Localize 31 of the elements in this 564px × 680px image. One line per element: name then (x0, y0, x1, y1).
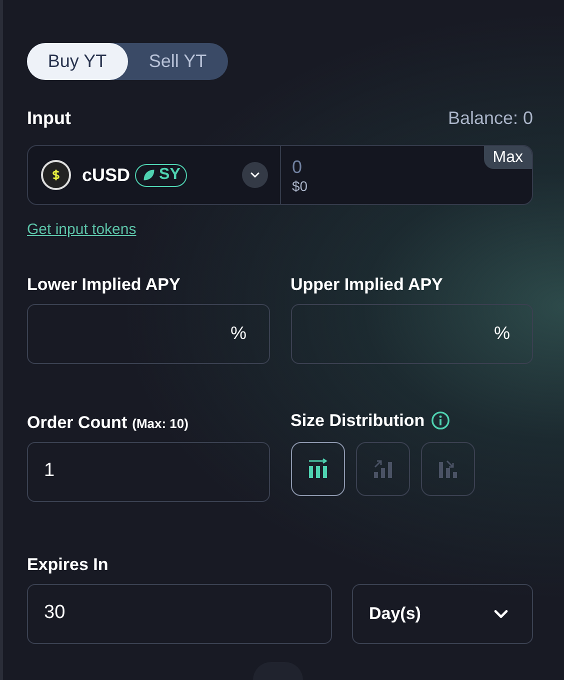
distribution-button[interactable] (290, 442, 344, 496)
percent-unit: % (494, 322, 510, 345)
rising-bars-icon (372, 458, 394, 480)
field-label: Upper Implied APY (290, 274, 444, 294)
leaf-icon (142, 168, 156, 182)
amount-field[interactable]: 0 (292, 156, 308, 178)
field-label: Input (27, 107, 71, 130)
falling-bars-icon (436, 458, 458, 480)
field-label: Size Distribution (290, 410, 425, 432)
expires-field[interactable]: 30 (27, 584, 332, 644)
apy-input-field[interactable]: % (290, 304, 533, 364)
field-label: Lower Implied APY (27, 274, 182, 294)
token-tag: SY (135, 164, 188, 186)
tab[interactable]: Buy YT (27, 43, 128, 80)
token-name: cUSD (82, 164, 130, 186)
unit-dropdown[interactable]: Day(s) (352, 584, 533, 644)
get-tokens-link[interactable]: Get input tokens (27, 219, 136, 242)
order-count-field[interactable]: 1 (27, 442, 270, 502)
max-button[interactable]: Max (484, 146, 532, 169)
field-label: Expires In (27, 554, 108, 574)
balance-text: Balance: 0 (448, 107, 533, 130)
tab[interactable]: Sell YT (128, 43, 228, 80)
percent-unit: % (230, 322, 246, 345)
dropdown-button[interactable] (242, 162, 268, 188)
usd-value: $0 (292, 178, 308, 194)
flat-bars-icon (306, 458, 328, 480)
field-label: Order Count (27, 412, 128, 434)
apy-input-field[interactable]: % (27, 304, 270, 364)
dollar-coin-icon (41, 160, 71, 190)
max-hint: (Max: 10) (132, 414, 188, 433)
info-icon[interactable] (430, 411, 450, 430)
